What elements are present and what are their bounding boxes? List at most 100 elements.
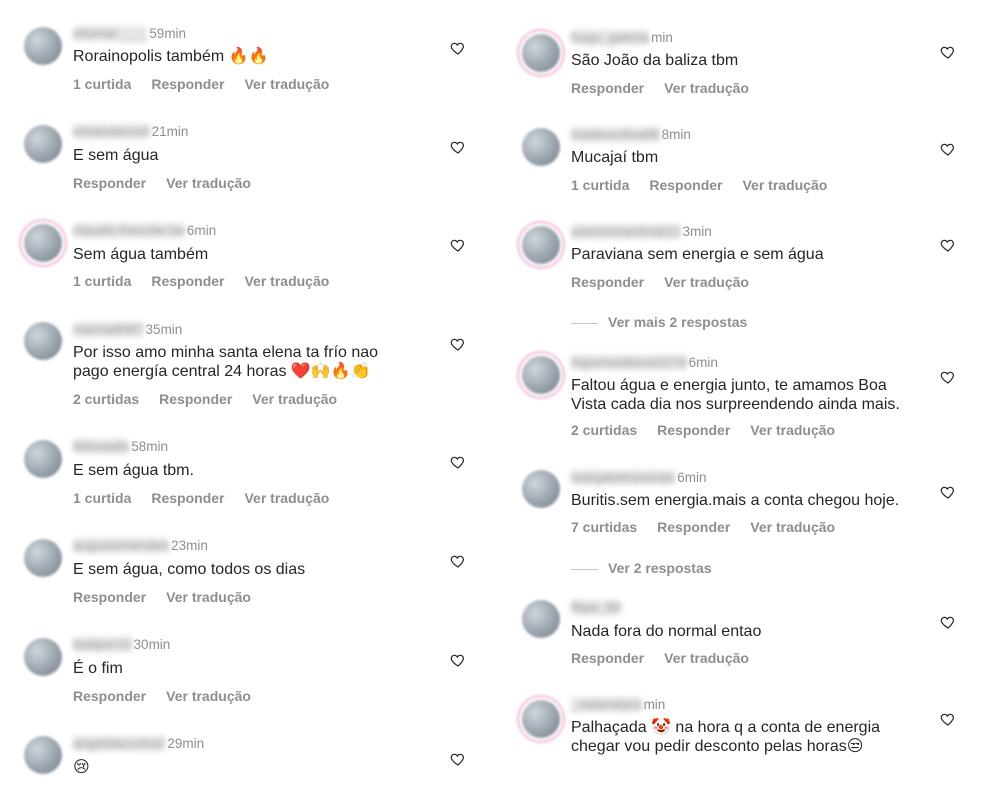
heart-outline-icon[interactable]: [450, 652, 466, 668]
timestamp: 21min: [151, 124, 189, 139]
username[interactable]: angeldacunha2: [73, 736, 166, 751]
comment-actions: Responder Ver tradução: [571, 80, 769, 96]
avatar[interactable]: [24, 638, 62, 676]
timestamp: 23min: [171, 538, 208, 553]
username[interactable]: elisandaros0: [73, 124, 150, 139]
view-replies[interactable]: Ver 2 respostas: [571, 560, 712, 576]
avatar[interactable]: [24, 539, 62, 577]
reply-button[interactable]: Responder: [73, 589, 146, 605]
reply-button[interactable]: Responder: [649, 177, 722, 193]
likes-count[interactable]: 2 curtidas: [73, 391, 139, 407]
comment-text: São João da baliza tbm: [571, 52, 739, 69]
username[interactable]: feliosadis: [73, 439, 130, 454]
comment-actions: 2 curtidas Responder Ver tradução: [571, 422, 855, 438]
translate-button[interactable]: Ver tradução: [664, 274, 749, 290]
username[interactable]: margaketrasorais: [571, 470, 676, 485]
view-replies-label[interactable]: Ver 2 respostas: [608, 560, 712, 576]
reply-button[interactable]: Responder: [151, 490, 224, 506]
translate-button[interactable]: Ver tradução: [244, 76, 329, 92]
avatar[interactable]: [522, 356, 560, 394]
reply-button[interactable]: Responder: [73, 688, 146, 704]
avatar[interactable]: [24, 224, 62, 262]
reply-button[interactable]: Responder: [657, 519, 730, 535]
comment-text: E sem água tbm.: [73, 462, 194, 479]
heart-outline-icon[interactable]: [450, 553, 466, 569]
avatar[interactable]: [522, 470, 560, 508]
reply-button[interactable]: Responder: [571, 80, 644, 96]
reply-button[interactable]: Responder: [571, 274, 644, 290]
likes-count[interactable]: 2 curtidas: [571, 422, 637, 438]
translate-button[interactable]: Ver tradução: [750, 422, 835, 438]
username[interactable]: _natanelyro: [571, 697, 642, 712]
heart-outline-icon[interactable]: [450, 139, 466, 155]
timestamp: 58min: [131, 439, 169, 454]
timestamp: 6min: [688, 355, 718, 370]
translate-button[interactable]: Ver tradução: [166, 688, 251, 704]
username[interactable]: marcia8087: [73, 322, 144, 337]
reply-button[interactable]: Responder: [571, 650, 644, 666]
avatar[interactable]: [522, 700, 560, 738]
translate-button[interactable]: Ver tradução: [244, 490, 329, 506]
timestamp: min: [651, 30, 673, 45]
username[interactable]: eliomar____: [73, 26, 148, 41]
heart-outline-icon[interactable]: [940, 237, 956, 253]
likes-count[interactable]: 1 curtida: [73, 490, 131, 506]
likes-count[interactable]: 1 curtida: [73, 76, 131, 92]
translate-button[interactable]: Ver tradução: [742, 177, 827, 193]
comment-meta: augustomendes 23min: [73, 538, 208, 553]
avatar[interactable]: [522, 34, 560, 72]
view-more-replies-label[interactable]: Ver mais 2 respostas: [608, 314, 747, 330]
timestamp: 6min: [677, 470, 707, 485]
avatar[interactable]: [24, 440, 62, 478]
username[interactable]: claudio.francilei.be: [73, 223, 185, 238]
timestamp: 8min: [661, 127, 691, 142]
username[interactable]: filipe_80: [571, 600, 622, 615]
avatar[interactable]: [24, 322, 62, 360]
avatar[interactable]: [24, 27, 62, 65]
heart-outline-icon[interactable]: [940, 614, 956, 630]
heart-outline-icon[interactable]: [940, 44, 956, 60]
reply-button[interactable]: Responder: [73, 175, 146, 191]
heart-outline-icon[interactable]: [450, 454, 466, 470]
comment-text: Palhaçada 🤡 na hora q a conta de energia…: [571, 719, 881, 755]
avatar[interactable]: [24, 125, 62, 163]
heart-outline-icon[interactable]: [940, 369, 956, 385]
likes-count[interactable]: 7 curtidas: [571, 519, 637, 535]
comment-text: Buritis.sem energia.mais a conta chegou …: [571, 492, 900, 509]
heart-outline-icon[interactable]: [450, 40, 466, 56]
heart-outline-icon[interactable]: [940, 711, 956, 727]
comment-actions: 1 curtida Responder Ver tradução: [73, 76, 349, 92]
translate-button[interactable]: Ver tradução: [252, 391, 337, 407]
translate-button[interactable]: Ver tradução: [244, 273, 329, 289]
heart-outline-icon[interactable]: [940, 484, 956, 500]
username[interactable]: higormedeiros0278: [571, 355, 687, 370]
heart-outline-icon[interactable]: [450, 751, 466, 767]
reply-button[interactable]: Responder: [151, 273, 224, 289]
translate-button[interactable]: Ver tradução: [750, 519, 835, 535]
username[interactable]: lealiper10: [73, 637, 132, 652]
username[interactable]: augustomendes: [73, 538, 170, 553]
translate-button[interactable]: Ver tradução: [166, 589, 251, 605]
translate-button[interactable]: Ver tradução: [166, 175, 251, 191]
avatar[interactable]: [522, 128, 560, 166]
avatar[interactable]: [24, 736, 62, 774]
comment-meta: elisandaros0 21min: [73, 124, 188, 139]
avatar[interactable]: [522, 226, 560, 264]
heart-outline-icon[interactable]: [450, 336, 466, 352]
heart-outline-icon[interactable]: [940, 141, 956, 157]
translate-button[interactable]: Ver tradução: [664, 80, 749, 96]
avatar[interactable]: [522, 600, 560, 638]
likes-count[interactable]: 1 curtida: [571, 177, 629, 193]
comment-text: É o fim: [73, 660, 123, 677]
reply-button[interactable]: Responder: [159, 391, 232, 407]
view-more-replies[interactable]: Ver mais 2 respostas: [571, 314, 747, 330]
reply-button[interactable]: Responder: [151, 76, 224, 92]
likes-count[interactable]: 1 curtida: [73, 273, 131, 289]
reply-button[interactable]: Responder: [657, 422, 730, 438]
username[interactable]: madeuroliva88: [571, 127, 660, 142]
username[interactable]: hugo_galeria: [571, 30, 650, 45]
heart-outline-icon[interactable]: [450, 237, 466, 253]
username[interactable]: yasminmartinsb12: [571, 224, 681, 239]
translate-button[interactable]: Ver tradução: [664, 650, 749, 666]
reply-divider: [571, 568, 598, 570]
